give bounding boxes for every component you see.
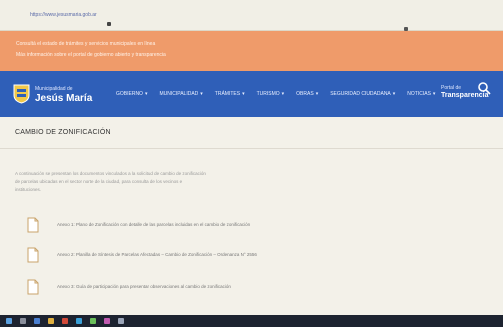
page-title: CAMBIO DE ZONIFICACIÓN xyxy=(15,129,111,136)
browser-icon[interactable] xyxy=(62,318,68,324)
nav-item-noticias[interactable]: NOTICIAS ▾ xyxy=(407,89,435,99)
paragraph-line: instituciones. xyxy=(15,187,42,192)
search-icon[interactable] xyxy=(477,81,491,95)
task-view-icon[interactable] xyxy=(34,318,40,324)
chevron-down-icon: ▾ xyxy=(315,91,319,97)
site-header: Municipalidad de Jesús María GOBIERNO ▾ M… xyxy=(0,71,503,117)
app-icon[interactable] xyxy=(104,318,110,324)
start-icon[interactable] xyxy=(6,318,12,324)
logo-title[interactable]: Jesús María xyxy=(35,93,92,104)
os-taskbar xyxy=(0,315,503,327)
cursor-icon xyxy=(107,22,111,26)
file-link-anexo-3[interactable]: Anexo 3: Guía de participación para pres… xyxy=(27,279,327,301)
document-icon xyxy=(27,247,39,263)
notice-banner: Consultá el estado de trámites y servici… xyxy=(0,31,503,71)
browser-address-bar[interactable]: https://www.jesusmaria.gob.ar xyxy=(0,0,503,31)
folder-icon[interactable] xyxy=(48,318,54,324)
app-icon[interactable] xyxy=(90,318,96,324)
nav-item-obras[interactable]: OBRAS ▾ xyxy=(296,89,318,99)
intro-paragraph: A continuación se presentan los document… xyxy=(15,171,325,195)
file-link-text[interactable]: Anexo 2: Planilla de Síntesis de Parcela… xyxy=(57,251,327,259)
notice-line-1[interactable]: Consultá el estado de trámites y servici… xyxy=(16,41,155,47)
notice-line-2[interactable]: Más información sobre el portal de gobie… xyxy=(16,52,166,58)
chevron-down-icon: ▾ xyxy=(281,91,285,97)
main-nav: GOBIERNO ▾ MUNICIPALIDAD ▾ TRÁMITES ▾ TURIS… xyxy=(116,89,435,99)
transparency-portal-link[interactable]: Portal de Transparencia xyxy=(441,82,501,105)
paragraph-line: A continuación se presentan los document… xyxy=(15,171,206,176)
paragraph-line: de parcelas ubicadas en el sector norte … xyxy=(15,179,183,184)
chevron-down-icon: ▾ xyxy=(392,91,396,97)
chevron-down-icon: ▾ xyxy=(200,91,203,97)
nav-item-seguridad[interactable]: SEGURIDAD CIUDADANA ▾ xyxy=(330,89,395,99)
chevron-down-icon: ▾ xyxy=(242,91,245,97)
crest-icon xyxy=(13,84,30,104)
file-link-anexo-2[interactable]: Anexo 2: Planilla de Síntesis de Parcela… xyxy=(27,247,327,269)
nav-item-tramites[interactable]: TRÁMITES ▾ xyxy=(215,89,245,99)
document-icon xyxy=(27,279,39,295)
search-icon[interactable] xyxy=(20,318,26,324)
logo-subtitle: Municipalidad de xyxy=(35,86,73,92)
document-icon xyxy=(27,217,39,233)
file-link-text[interactable]: Anexo 3: Guía de participación para pres… xyxy=(57,283,327,291)
nav-item-municipalidad[interactable]: MUNICIPALIDAD ▾ xyxy=(159,89,202,99)
chevron-down-icon: ▾ xyxy=(144,91,148,97)
mail-icon[interactable] xyxy=(76,318,82,324)
main-content: CAMBIO DE ZONIFICACIÓN A continuación se… xyxy=(0,117,503,315)
file-link-anexo-1[interactable]: Anexo 1: Plano de Zonificación con detal… xyxy=(27,217,327,239)
portal-subtitle: Portal de xyxy=(441,85,462,91)
app-icon[interactable] xyxy=(118,318,124,324)
file-link-text[interactable]: Anexo 1: Plano de Zonificación con detal… xyxy=(57,221,327,229)
url-text[interactable]: https://www.jesusmaria.gob.ar xyxy=(30,12,140,18)
nav-item-gobierno[interactable]: GOBIERNO ▾ xyxy=(116,89,147,99)
divider xyxy=(0,148,503,149)
chevron-down-icon: ▾ xyxy=(432,91,436,97)
nav-item-turismo[interactable]: TURISMO ▾ xyxy=(257,89,285,99)
